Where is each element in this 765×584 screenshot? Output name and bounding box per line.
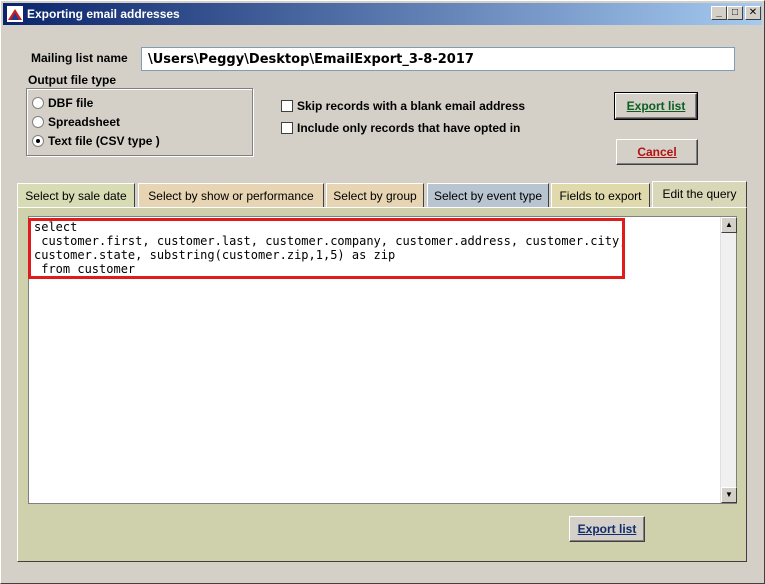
radio-button[interactable] (32, 116, 44, 128)
scroll-down-arrow-icon[interactable]: ▼ (721, 487, 737, 503)
output-type-group: DBF file Spreadsheet Text file (CSV type… (26, 88, 253, 156)
maximize-button[interactable]: □ (727, 6, 743, 20)
minimize-button[interactable]: _ (711, 6, 727, 20)
mailing-list-path-input[interactable]: \Users\Peggy\Desktop\EmailExport_3-8-201… (141, 47, 735, 71)
export-list-button-bottom[interactable]: Export list (569, 516, 645, 542)
window-title: Exporting email addresses (27, 7, 180, 21)
app-icon (7, 6, 23, 22)
opted-in-option[interactable]: Include only records that have opted in (281, 120, 520, 136)
query-editor[interactable]: select customer.first, customer.last, cu… (28, 216, 737, 504)
radio-button[interactable] (32, 97, 44, 109)
close-button[interactable]: ✕ (745, 6, 761, 20)
tab-select-by-sale-date[interactable]: Select by sale date (17, 183, 135, 208)
tab-select-by-group[interactable]: Select by group (326, 183, 424, 208)
radio-label: Spreadsheet (48, 115, 121, 129)
opted-in-checkbox[interactable] (281, 122, 293, 134)
skip-blank-email-option[interactable]: Skip records with a blank email address (281, 98, 525, 114)
radio-text-file[interactable]: Text file (CSV type ) (32, 133, 160, 149)
radio-dbf-file[interactable]: DBF file (32, 95, 93, 111)
mailing-list-label: Mailing list name (31, 51, 128, 65)
cancel-button[interactable]: Cancel (616, 139, 698, 165)
vertical-scrollbar[interactable]: ▲ ▼ (720, 217, 737, 503)
radio-spreadsheet[interactable]: Spreadsheet (32, 114, 120, 130)
tab-select-by-event-type[interactable]: Select by event type (427, 183, 549, 208)
title-bar[interactable]: Exporting email addresses _ □ ✕ (3, 3, 762, 25)
tab-edit-the-query[interactable]: Edit the query (652, 181, 747, 209)
query-text[interactable]: select customer.first, customer.last, cu… (34, 220, 626, 276)
radio-button-selected[interactable] (32, 135, 44, 147)
checkbox-label: Include only records that have opted in (297, 121, 521, 135)
skip-blank-email-checkbox[interactable] (281, 100, 293, 112)
tab-fields-to-export[interactable]: Fields to export (551, 183, 650, 208)
export-dialog-window: Exporting email addresses _ □ ✕ Mailing … (0, 0, 765, 584)
output-type-label: Output file type (28, 73, 116, 87)
radio-label: DBF file (48, 96, 94, 110)
export-list-button-top[interactable]: Export list (614, 92, 698, 120)
tab-select-by-show-or-performance[interactable]: Select by show or performance (138, 183, 324, 208)
scroll-up-arrow-icon[interactable]: ▲ (721, 217, 737, 233)
radio-label: Text file (CSV type ) (48, 134, 160, 148)
checkbox-label: Skip records with a blank email address (297, 99, 526, 113)
